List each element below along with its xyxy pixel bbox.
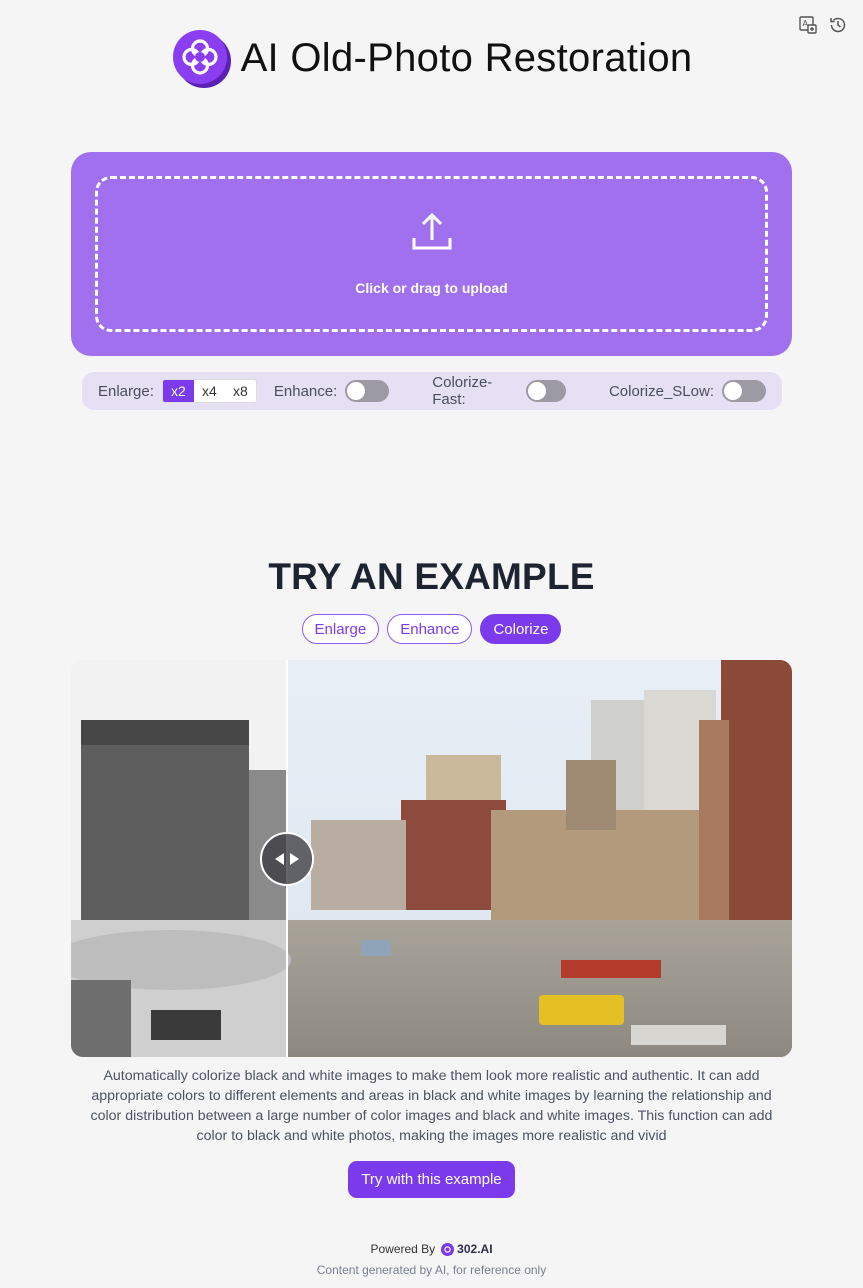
before-after-comparison[interactable] — [71, 660, 792, 1057]
upload-icon — [411, 212, 453, 254]
app-header: AI Old-Photo Restoration — [0, 28, 863, 88]
colorize-fast-option: Colorize-Fast: — [432, 374, 566, 408]
upload-card: Click or drag to upload — [71, 152, 792, 356]
enhance-label: Enhance: — [273, 382, 338, 400]
footer-powered: Powered By 302.AI — [0, 1242, 863, 1256]
scale-x2-button[interactable]: x2 — [162, 380, 194, 402]
app-logo — [171, 28, 231, 88]
try-example-button[interactable]: Try with this example — [348, 1161, 515, 1198]
upload-label: Click or drag to upload — [355, 280, 508, 296]
enhance-option: Enhance: — [273, 380, 390, 402]
example-city-image — [71, 660, 792, 1057]
enlarge-option: Enlarge: x2 x4 x8 — [98, 379, 257, 403]
scale-x8-button[interactable]: x8 — [225, 380, 256, 402]
arrow-right-icon — [290, 853, 299, 865]
colorize-fast-label: Colorize-Fast: — [432, 374, 493, 408]
page-title: AI Old-Photo Restoration — [240, 35, 693, 80]
powered-by-label: Powered By — [370, 1242, 436, 1256]
enlarge-label: Enlarge: — [98, 382, 154, 400]
tab-colorize[interactable]: Colorize — [480, 614, 562, 644]
enhance-toggle[interactable] — [345, 380, 390, 402]
colorize-slow-option: Colorize_SLow: — [609, 380, 766, 402]
colorize-fast-toggle[interactable] — [525, 380, 566, 402]
brand-logo-icon — [441, 1242, 455, 1256]
example-tabs: Enlarge Enhance Colorize — [0, 614, 863, 644]
compare-slider-handle[interactable] — [260, 832, 314, 886]
example-description: Automatically colorize black and white i… — [90, 1068, 773, 1144]
example-title: TRY AN EXAMPLE — [268, 556, 595, 597]
tab-enhance[interactable]: Enhance — [387, 614, 473, 644]
colorize-slow-label: Colorize_SLow: — [608, 382, 714, 400]
scale-x4-button[interactable]: x4 — [194, 380, 225, 402]
colorize-slow-toggle[interactable] — [722, 380, 766, 402]
enlarge-scale-selector: x2 x4 x8 — [161, 379, 257, 403]
arrow-left-icon — [275, 853, 284, 865]
brand-name: 302.AI — [457, 1242, 493, 1256]
upload-dropzone[interactable]: Click or drag to upload — [95, 176, 768, 332]
footer-brand-link[interactable]: 302.AI — [441, 1242, 493, 1256]
options-bar: Enlarge: x2 x4 x8 Enhance: Colorize-Fast… — [82, 372, 782, 410]
footer-disclaimer: Content generated by AI, for reference o… — [316, 1263, 547, 1277]
tab-enlarge[interactable]: Enlarge — [301, 614, 380, 644]
